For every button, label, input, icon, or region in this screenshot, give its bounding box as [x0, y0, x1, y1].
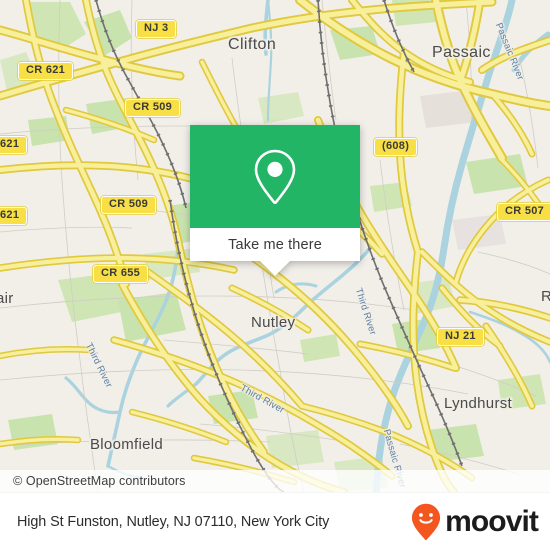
map-canvas[interactable]: .lu-green{fill:#cfe6b4;} .lu-grass{fill:…	[0, 0, 550, 492]
location-popup-card[interactable]: Take me there	[190, 125, 360, 276]
map-screen: .lu-green{fill:#cfe6b4;} .lu-grass{fill:…	[0, 0, 550, 550]
route-shield-cr-507[interactable]: CR 507	[497, 203, 550, 221]
moovit-brand[interactable]: moovit	[411, 503, 539, 541]
popup-header	[190, 125, 360, 228]
route-shield-cr-509-b[interactable]: CR 509	[101, 196, 157, 214]
route-shield-621-clipped-b[interactable]: 621	[0, 207, 28, 225]
route-shield-cr-509-a[interactable]: CR 509	[125, 99, 181, 117]
bottom-info-bar: High St Funston, Nutley, NJ 07110, New Y…	[0, 492, 550, 550]
map-pin-icon	[254, 149, 296, 204]
popup-tail	[260, 261, 290, 276]
map-attribution-bar: © OpenStreetMap contributors	[0, 470, 550, 492]
route-shield-621-clipped-a[interactable]: 621	[0, 136, 28, 154]
take-me-there-button[interactable]: Take me there	[228, 237, 322, 253]
popup-action-bar[interactable]: Take me there	[190, 228, 360, 261]
moovit-pin-smiley-icon	[411, 503, 441, 541]
route-shield-nj-21[interactable]: NJ 21	[437, 328, 484, 346]
route-shield-cr-621-a[interactable]: CR 621	[18, 62, 74, 80]
address-label: High St Funston, Nutley, NJ 07110, New Y…	[17, 514, 330, 530]
route-shield-nj-3[interactable]: NJ 3	[136, 20, 177, 38]
osm-attribution-text[interactable]: © OpenStreetMap contributors	[0, 474, 186, 488]
route-shield-608[interactable]: (608)	[374, 138, 418, 156]
moovit-wordmark: moovit	[445, 505, 539, 538]
route-shield-cr-655[interactable]: CR 655	[93, 265, 149, 283]
